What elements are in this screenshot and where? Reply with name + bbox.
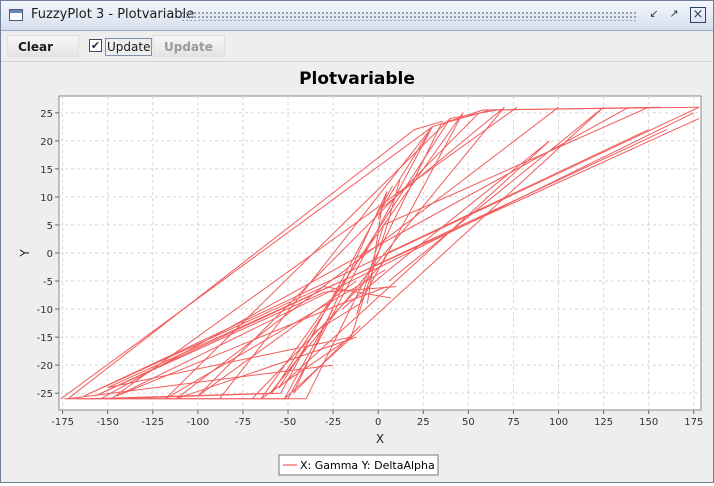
x-tick-label: 25	[417, 417, 430, 428]
window-icon	[9, 9, 23, 21]
plot-panel: Plotvariable -175 -150 -125 -100 -75 -50 -25 0 2…	[1, 62, 713, 482]
y-axis: -25 -20 -15 -10 -5 0 5 10 15 20 25	[37, 109, 59, 400]
y-tick-label: -15	[37, 333, 53, 344]
legend-label: X: Gamma Y: DeltaAlpha	[300, 459, 435, 472]
x-tick-label: 175	[684, 417, 703, 428]
y-tick-label: -10	[37, 305, 53, 316]
x-tick-label: -175	[51, 417, 74, 428]
toolbar: Clear ✔ Update Update	[1, 31, 713, 62]
chart-svg: Plotvariable -175 -150 -125 -100 -75 -50 -25 0 2…	[18, 69, 703, 476]
x-tick-label: -50	[280, 417, 296, 428]
y-tick-label: 15	[40, 165, 53, 176]
y-tick-label: -5	[43, 277, 53, 288]
x-tick-label: 125	[594, 417, 613, 428]
maximize-icon[interactable]: ↗	[666, 7, 682, 23]
clear-button[interactable]: Clear	[7, 35, 79, 57]
x-tick-label: 150	[639, 417, 658, 428]
x-tick-label: -100	[187, 417, 210, 428]
y-axis-label: Y	[18, 249, 32, 258]
minimize-icon[interactable]: ↙	[646, 7, 662, 23]
y-tick-label: 20	[40, 137, 53, 148]
x-tick-label: 0	[375, 417, 381, 428]
x-axis: -175 -150 -125 -100 -75 -50 -25 0 25 50 75 100 125 15…	[51, 410, 703, 428]
update-button[interactable]: Update	[153, 35, 225, 57]
legend: X: Gamma Y: DeltaAlpha	[278, 454, 439, 476]
close-icon[interactable]: ×	[690, 7, 706, 23]
y-tick-label: -25	[37, 389, 53, 400]
x-tick-label: -125	[141, 417, 164, 428]
checkbox-check-icon[interactable]: ✔	[89, 39, 102, 52]
window-title: FuzzyPlot 3 - Plotvariable	[31, 7, 195, 22]
title-bar[interactable]: FuzzyPlot 3 - Plotvariable ↙ ↗ ×	[1, 1, 713, 31]
x-axis-label: X	[376, 432, 384, 446]
x-tick-label: -25	[325, 417, 341, 428]
x-tick-label: -150	[96, 417, 119, 428]
y-tick-label: 10	[40, 193, 53, 204]
app-window: FuzzyPlot 3 - Plotvariable ↙ ↗ × Clear ✔…	[0, 0, 714, 483]
x-tick-label: 100	[549, 417, 568, 428]
chart-title: Plotvariable	[299, 69, 415, 89]
y-tick-label: 0	[47, 249, 53, 260]
x-tick-label: -75	[235, 417, 251, 428]
y-tick-label: 25	[40, 109, 53, 120]
update-checkbox-label[interactable]: Update	[105, 38, 153, 56]
title-bar-grip	[181, 11, 636, 21]
y-tick-label: -20	[37, 361, 53, 372]
y-tick-label: 5	[47, 221, 53, 232]
x-tick-label: 75	[507, 417, 520, 428]
x-tick-label: 50	[462, 417, 475, 428]
